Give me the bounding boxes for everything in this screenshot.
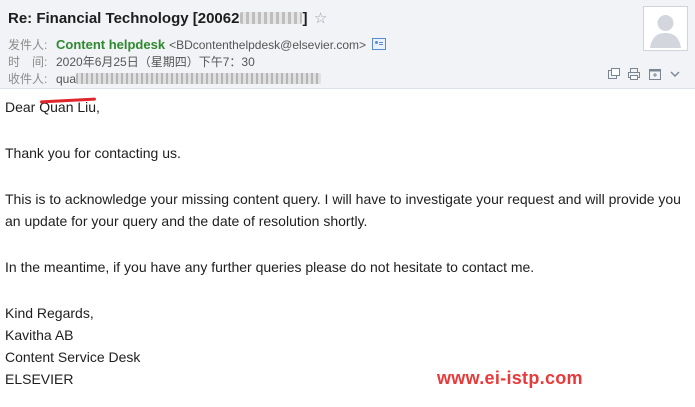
signature-line-2: Kavitha AB <box>5 327 74 343</box>
popout-window-icon[interactable] <box>607 67 621 81</box>
sender-email[interactable]: <BDcontenthelpdesk@elsevier.com> <box>169 38 366 52</box>
more-icon[interactable] <box>668 67 682 81</box>
print-icon[interactable] <box>627 67 641 81</box>
to-label: 收件人: <box>8 72 48 86</box>
watermark-text: www.ei-istp.com <box>437 368 583 388</box>
star-icon[interactable]: ☆ <box>314 10 327 27</box>
sender-name[interactable]: Content helpdesk <box>56 37 165 52</box>
subject-redaction <box>240 12 303 24</box>
signature-line-3: Content Service Desk <box>5 349 141 365</box>
from-label: 发件人: <box>8 38 48 52</box>
signature-line-1: Kind Regards, <box>5 305 94 321</box>
to-row: 收件人: qua <box>8 70 322 87</box>
body-paragraph-3: In the meantime, if you have any further… <box>5 259 535 275</box>
contact-card-icon[interactable] <box>372 38 387 50</box>
time-label: 时 间: <box>8 55 48 69</box>
time-row: 时 间: 2020年6月25日（星期四）下午7：30 <box>8 53 255 70</box>
email-header: Re: Financial Technology [20062] ☆ 发件人: C… <box>0 0 695 89</box>
email-subject-end: ] <box>302 10 308 27</box>
recipient-redaction <box>76 73 322 84</box>
email-subject: Re: Financial Technology [20062 <box>8 10 240 27</box>
avatar[interactable] <box>643 6 688 51</box>
time-value: 2020年6月25日（星期四）下午7：30 <box>56 55 255 69</box>
body-paragraph-2-line-2: an update for your query and the date of… <box>5 213 368 229</box>
recipient-value[interactable]: qua <box>56 72 76 86</box>
body-paragraph-1: Thank you for contacting us. <box>5 145 181 161</box>
signature-line-4: ELSEVIER <box>5 371 74 387</box>
subject-row: Re: Financial Technology [20062] ☆ <box>8 9 327 29</box>
greeting: Dear Quan Liu, <box>5 99 100 115</box>
email-body: Dear Quan Liu, Thank you for contacting … <box>5 96 690 390</box>
body-paragraph-2-line-1: This is to acknowledge your missing cont… <box>5 191 681 207</box>
avatar-placeholder-icon <box>644 7 687 50</box>
mail-toolbar <box>607 67 684 81</box>
new-window-icon[interactable] <box>648 67 662 81</box>
from-row: 发件人: Content helpdesk <BDcontenthelpdesk@e… <box>8 36 387 53</box>
